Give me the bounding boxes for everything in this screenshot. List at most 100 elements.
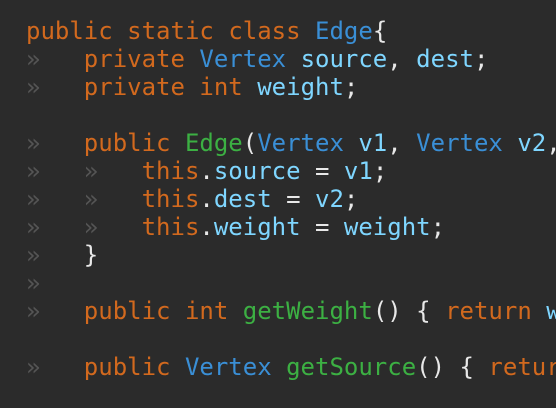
code-line[interactable]: » private int weight; [26,73,556,101]
code-token: v1 [358,129,388,157]
code-token: public [26,17,113,45]
indent-guide: » [26,353,41,381]
code-token: static [127,17,214,45]
code-token: . [199,213,214,241]
whitespace-marker [301,213,315,241]
indent-guide: » [26,129,41,157]
code-token: , [387,129,402,157]
whitespace-marker [301,17,315,45]
code-token: Edge [315,17,373,45]
code-token: Vertex [257,129,344,157]
code-line[interactable]: » private Vertex source, dest; [26,45,556,73]
whitespace-marker [185,73,199,101]
code-token: source [300,45,388,73]
whitespace-marker [431,297,445,325]
code-token: this [141,185,200,213]
whitespace-marker [214,17,228,45]
code-token: = [315,157,330,185]
code-token: . [199,157,214,185]
indent-guide: » [26,213,41,241]
whitespace-marker [185,45,199,73]
whitespace-marker [532,297,546,325]
code-token: . [199,185,214,213]
code-line[interactable]: »} [26,241,556,269]
code-line[interactable]: » [26,269,556,297]
whitespace-marker [344,129,358,157]
whitespace-marker [474,353,488,381]
code-line[interactable]: » » this.source = v1; [26,157,556,185]
code-token: this [141,213,200,241]
code-token: weight [257,73,344,101]
code-token: private [83,73,185,101]
whitespace-marker [329,157,343,185]
code-token: v2 [517,129,547,157]
code-token: ; [430,213,446,241]
indent-guide: » [26,269,41,297]
code-token: Edge [184,129,243,157]
indent-guide: » [26,185,41,213]
whitespace-marker [301,185,315,213]
code-token: } [83,241,99,269]
whitespace-marker [402,45,416,73]
whitespace-marker [243,73,257,101]
code-token: ; [473,45,489,73]
code-token: () [372,297,402,325]
code-line[interactable]: public static class Edge{ [26,17,556,45]
code-editor[interactable]: public static class Edge{» private Vertex… [0,0,556,408]
whitespace-marker [272,353,286,381]
code-token: , [546,129,556,157]
code-token: ; [343,185,359,213]
whitespace-marker [301,157,315,185]
indent-guide: » [83,185,99,213]
code-token: , [387,45,402,73]
code-line[interactable]: » public Vertex getSource() { retur [26,353,556,381]
code-token: getSource [286,353,417,381]
code-token: retur [488,353,556,381]
indent-guide: » [26,241,41,269]
code-token: v1 [343,157,373,185]
code-token: this [141,157,200,185]
code-token: () [416,353,446,381]
whitespace-marker [171,129,185,157]
code-token: getWeight [242,297,373,325]
code-line[interactable]: »public Edge(Vertex v1, Vertex v2, [26,129,556,157]
code-token: public [83,297,171,325]
code-token: int [199,73,243,101]
code-token: Vertex [199,45,287,73]
whitespace-marker [228,297,242,325]
code-token: public [83,353,171,381]
code-token: weight [343,213,431,241]
code-token: return [445,297,532,325]
code-token: class [228,17,301,45]
whitespace-marker [402,297,416,325]
whitespace-marker [286,45,300,73]
code-token: ; [372,157,388,185]
indent-guide: » [26,73,41,101]
code-line[interactable]: » » this.dest = v2; [26,185,556,213]
code-token: { [416,297,431,325]
indent-guide: » [26,157,41,185]
code-token: dest [213,185,272,213]
code-token: public [83,129,171,157]
code-token: ( [242,129,258,157]
code-token: w [546,297,556,325]
code-token: { [459,353,474,381]
code-line[interactable]: »» this.weight = weight; [26,213,556,241]
code-token: Vertex [416,129,503,157]
code-token: = [286,185,301,213]
code-token: Vertex [184,353,272,381]
indent-guide: » [83,213,99,241]
code-token: dest [416,45,474,73]
code-token: source [213,157,301,185]
code-content[interactable]: public static class Edge{» private Vertex… [26,17,556,381]
whitespace-marker [503,129,517,157]
whitespace-marker [113,17,127,45]
code-line[interactable] [26,325,556,353]
code-token: = [315,213,330,241]
indent-guide: » [26,45,41,73]
indent-guide: » [26,297,41,325]
code-line[interactable]: » public int getWeight() { return w [26,297,556,325]
indent-guide: » [83,157,99,185]
code-line[interactable] [26,101,556,129]
whitespace-marker [402,129,416,157]
